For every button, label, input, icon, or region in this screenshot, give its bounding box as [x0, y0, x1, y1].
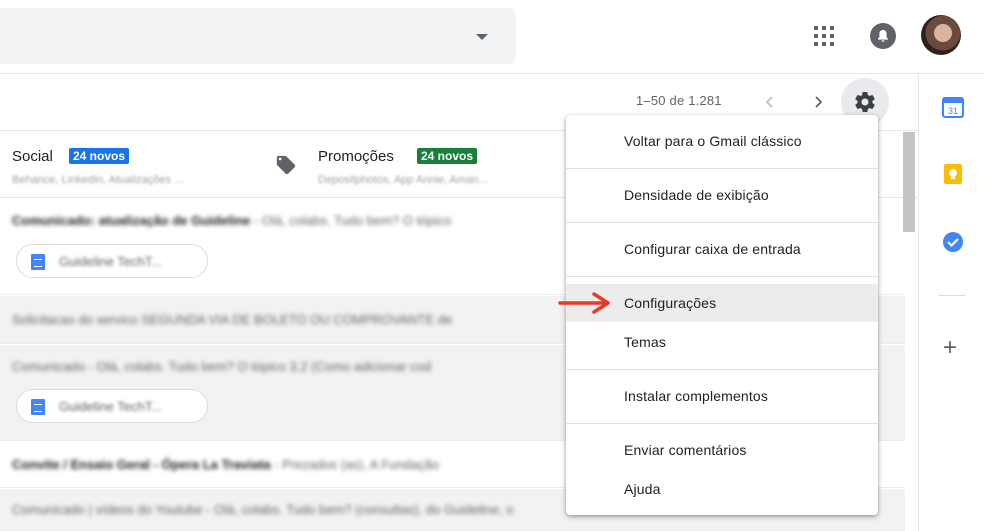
svg-text:31: 31 — [948, 106, 958, 116]
menu-divider — [566, 369, 878, 370]
tab-social-label: Social — [12, 148, 53, 165]
side-panel: 31 + — [918, 75, 984, 531]
scrollbar-thumb[interactable] — [903, 132, 915, 232]
pagination-label: 1–50 de 1.281 — [636, 93, 722, 108]
attachment-chip[interactable]: Guideline TechT... — [16, 244, 208, 278]
gear-icon — [855, 92, 875, 113]
tasks-icon[interactable] — [942, 231, 964, 253]
tab-promocoes-subtitle: Depositphotos, App Annie, Aman... — [318, 174, 488, 186]
account-avatar[interactable] — [921, 15, 961, 55]
menu-item-install-addons[interactable]: Instalar complementos — [566, 377, 878, 415]
search-bar[interactable] — [0, 8, 516, 64]
tab-promocoes-label: Promoções — [318, 148, 394, 165]
annotation-arrow-icon — [558, 292, 610, 314]
chevron-left-icon[interactable] — [762, 94, 778, 110]
bell-icon[interactable] — [870, 23, 896, 49]
menu-item-configure-inbox[interactable]: Configurar caixa de entrada — [566, 230, 878, 268]
menu-item-help[interactable]: Ajuda — [566, 470, 878, 508]
document-icon — [31, 254, 45, 270]
tab-social-subtitle: Behance, LinkedIn, Atualizações ... — [12, 174, 184, 186]
attachment-chip[interactable]: Guideline TechT... — [16, 389, 208, 423]
menu-item-themes[interactable]: Temas — [566, 323, 878, 361]
tab-social-badge: 24 novos — [69, 148, 130, 164]
menu-item-classic-gmail[interactable]: Voltar para o Gmail clássico — [566, 122, 878, 160]
tag-icon — [276, 155, 296, 175]
tab-promocoes-badge: 24 novos — [417, 148, 478, 164]
top-bar — [0, 0, 984, 74]
menu-divider — [566, 276, 878, 277]
menu-item-display-density[interactable]: Densidade de exibição — [566, 176, 878, 214]
add-icon[interactable]: + — [943, 336, 957, 360]
menu-divider — [566, 222, 878, 223]
search-options-chevron-icon[interactable] — [476, 34, 488, 40]
side-divider — [939, 295, 965, 296]
menu-divider — [566, 423, 878, 424]
chevron-right-icon[interactable] — [810, 94, 826, 110]
apps-grid-icon[interactable] — [814, 26, 834, 46]
keep-icon[interactable] — [942, 163, 964, 185]
calendar-icon[interactable]: 31 — [942, 96, 964, 118]
document-icon — [31, 399, 45, 415]
menu-item-send-feedback[interactable]: Enviar comentários — [566, 431, 878, 469]
menu-divider — [566, 168, 878, 169]
